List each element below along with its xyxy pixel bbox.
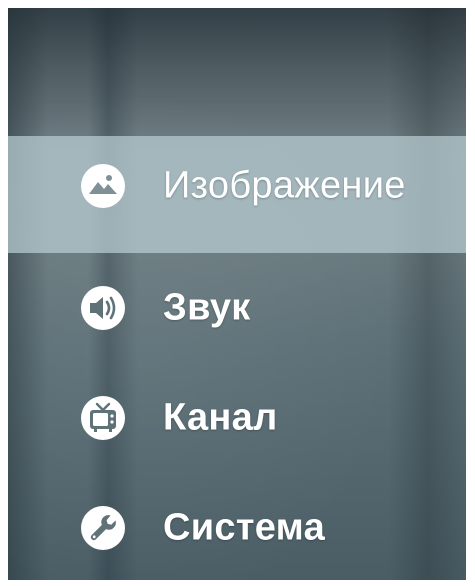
- speaker-icon: [80, 285, 126, 331]
- menu-item-sound[interactable]: Звук: [8, 253, 466, 363]
- tv-screen: Изображение Звук Канал Система: [8, 8, 466, 580]
- menu-item-picture[interactable]: Изображение: [8, 136, 466, 253]
- wrench-icon: [80, 505, 126, 551]
- menu-item-system[interactable]: Система: [8, 473, 466, 580]
- image-icon: [80, 163, 126, 209]
- tv-icon: [80, 395, 126, 441]
- menu-item-label: Изображение: [163, 164, 406, 207]
- menu-item-label: Канал: [163, 396, 278, 439]
- menu-item-label: Звук: [163, 286, 251, 329]
- menu-item-channel[interactable]: Канал: [8, 363, 466, 473]
- settings-menu: Изображение Звук Канал Система: [8, 136, 466, 580]
- menu-item-label: Система: [163, 506, 326, 549]
